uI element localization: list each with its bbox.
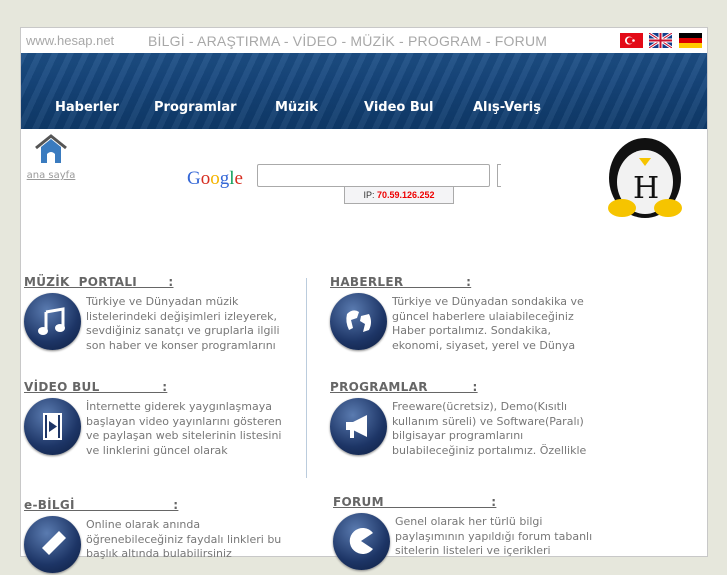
pacman-icon[interactable]	[333, 513, 390, 570]
section-text: Türkiye ve Dünyadan müzik listelerindeki…	[86, 295, 280, 352]
tagline: BİLGİ - ARAŞTIRMA - VİDEO - MÜZİK - PROG…	[148, 33, 548, 49]
svg-text:H: H	[633, 171, 659, 206]
section-video-bul[interactable]: VİDEO BUL : İnternette giderek yaygınlaş…	[24, 380, 294, 457]
section-title[interactable]: VİDEO BUL :	[24, 380, 294, 394]
section-forum[interactable]: FORUM : Genel olarak her türlü bilgi pay…	[333, 495, 603, 570]
music-note-icon[interactable]	[24, 293, 81, 350]
uk-flag-icon[interactable]	[649, 33, 672, 48]
site-url[interactable]: www.hesap.net	[26, 33, 114, 48]
section-programlar[interactable]: PROGRAMLAR : Freeware(ücretsiz), Demo(Kı…	[330, 380, 600, 457]
section-title[interactable]: MÜZİK PORTALI :	[24, 275, 294, 289]
section-title[interactable]: PROGRAMLAR :	[330, 380, 600, 394]
nav-muzik[interactable]: Müzik	[275, 100, 318, 115]
google-logo: Google	[187, 168, 243, 189]
penguin-logo: H	[608, 138, 682, 218]
section-e-bilgi[interactable]: e-BİLGİ : Online olarak anında öğrenebil…	[24, 498, 294, 573]
home-link[interactable]: ana sayfa	[26, 134, 76, 181]
column-divider	[306, 278, 307, 478]
section-text: Freeware(ücretsiz), Demo(Kısıtlı kullanı…	[392, 400, 587, 457]
page: www.hesap.net BİLGİ - ARAŞTIRMA - VİDEO …	[20, 27, 708, 573]
home-icon	[35, 134, 67, 163]
search-input[interactable]	[257, 164, 490, 187]
nav-video-bul[interactable]: Video Bul	[364, 100, 434, 115]
german-flag-icon[interactable]	[679, 33, 702, 48]
section-title[interactable]: FORUM :	[333, 495, 603, 509]
nav-alis-veris[interactable]: Alış-Veriş	[473, 100, 541, 115]
section-text: İnternette giderek yaygınlaşmaya başlaya…	[86, 400, 282, 457]
section-muzik-portali[interactable]: MÜZİK PORTALI : Türkiye ve Dünyadan müzi…	[24, 275, 294, 352]
megaphone-icon[interactable]	[330, 398, 387, 455]
home-label[interactable]: ana sayfa	[26, 170, 76, 181]
video-film-icon[interactable]	[24, 398, 81, 455]
nav-programlar[interactable]: Programlar	[154, 100, 237, 115]
section-text: Online olarak anında öğrenebileceğiniz f…	[86, 518, 282, 560]
section-haberler[interactable]: HABERLER : Türkiye ve Dünyadan sondakika…	[330, 275, 600, 352]
globe-icon[interactable]	[330, 293, 387, 350]
ip-display: IP: 70.59.126.252	[344, 187, 454, 204]
section-text: Genel olarak her türlü bilgi paylaşımını…	[395, 515, 593, 557]
section-text: Türkiye ve Dünyadan sondakika ve güncel …	[392, 295, 584, 352]
turkish-flag-icon[interactable]	[620, 33, 643, 48]
section-title[interactable]: HABERLER :	[330, 275, 600, 289]
nav-banner: Haberler Programlar Müzik Video Bul Alış…	[21, 53, 707, 129]
top-bar: www.hesap.net BİLGİ - ARAŞTIRMA - VİDEO …	[21, 28, 707, 53]
nav-haberler[interactable]: Haberler	[55, 100, 119, 115]
search-button[interactable]	[497, 164, 501, 187]
section-title[interactable]: e-BİLGİ :	[24, 498, 294, 512]
